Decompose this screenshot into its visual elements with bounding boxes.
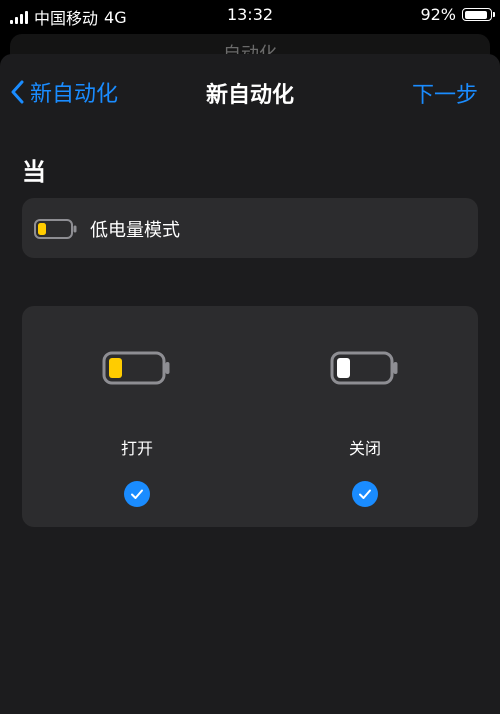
battery-icon xyxy=(34,219,77,239)
next-button[interactable]: 下一步 xyxy=(412,77,478,109)
trigger-label: 低电量模式 xyxy=(90,220,180,241)
option-on-label: 打开 xyxy=(120,439,153,458)
checkmark-icon xyxy=(352,481,378,507)
status-right: 92% xyxy=(420,5,495,24)
battery-low-white-icon xyxy=(330,351,398,385)
new-automation-sheet: 新自动化 新自动化 下一步 当 低电量模式 打开 关闭 xyxy=(0,54,500,714)
option-off-label: 关闭 xyxy=(348,439,381,458)
battery-icon xyxy=(462,8,495,21)
option-on[interactable]: 打开 xyxy=(77,351,197,507)
battery-percent: 92% xyxy=(420,5,456,24)
checkmark-icon xyxy=(124,481,150,507)
battery-low-yellow-icon xyxy=(102,351,170,385)
nav-bar: 新自动化 新自动化 下一步 xyxy=(0,54,500,126)
status-bar: 中国移动 4G 13:32 92% xyxy=(0,0,500,30)
option-off[interactable]: 关闭 xyxy=(305,351,425,507)
section-heading: 当 xyxy=(22,158,46,186)
state-options-panel: 打开 关闭 xyxy=(22,306,478,527)
trigger-row[interactable]: 低电量模式 xyxy=(22,198,478,258)
